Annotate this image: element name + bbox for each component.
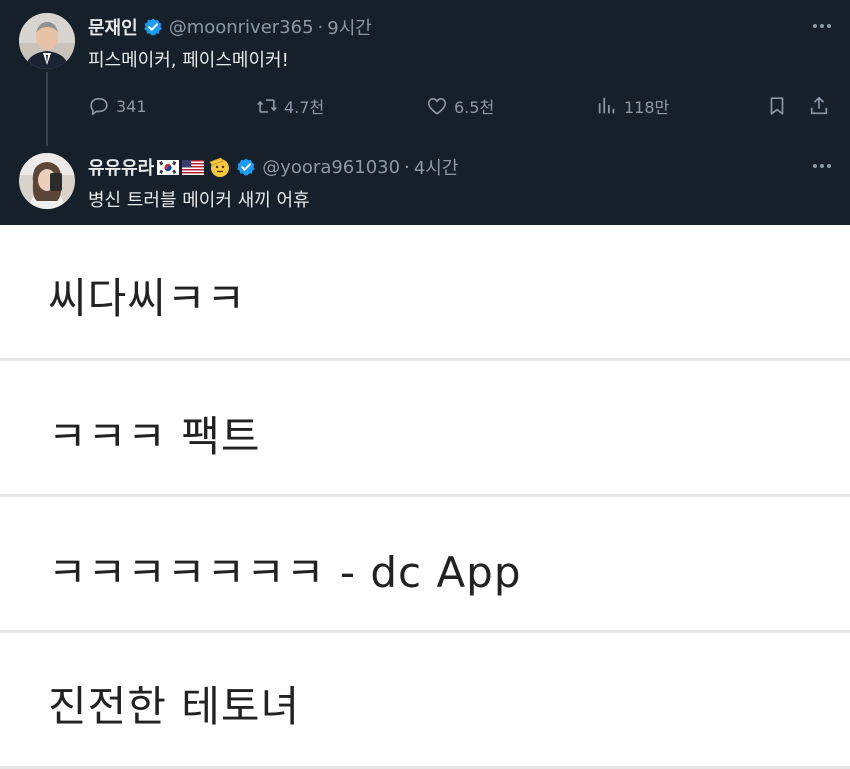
- tweet-actions: 341 4.7천 6.5천 118만: [88, 92, 836, 120]
- comment-text: ㅋㅋㅋ 팩트: [48, 412, 261, 461]
- tweet-thread: 문재인 @moonriver365 · 9시간 피스메이커, 페이스메이커! 3…: [0, 0, 850, 225]
- tweet-text: 피스메이커, 페이스메이커!: [88, 50, 289, 71]
- south-korea-flag-icon: [157, 159, 180, 175]
- reply-button[interactable]: 341: [88, 92, 147, 120]
- verified-badge-icon: [237, 158, 256, 176]
- thread-connector: [46, 72, 48, 146]
- timestamp[interactable]: 4시간: [414, 154, 459, 180]
- retweet-icon: [257, 99, 277, 113]
- timestamp[interactable]: 9시간: [327, 14, 372, 40]
- views-count: 118만: [624, 98, 670, 117]
- comment-list: 씨다씨ㅋㅋ ㅋㅋㅋ 팩트 ㅋㅋㅋㅋㅋㅋㅋ - dc App 진전한 테토녀: [0, 225, 850, 769]
- tweet-header: 문재인 @moonriver365 · 9시간: [88, 14, 372, 40]
- saluting-face-emoji-icon: [209, 157, 230, 177]
- comment-text: 씨다씨ㅋㅋ: [48, 274, 247, 323]
- separator-dot: ·: [404, 156, 410, 178]
- avatar[interactable]: [19, 13, 75, 69]
- tweet-text: 병신 트러블 메이커 새끼 어휴: [88, 190, 310, 211]
- bookmark-button[interactable]: [766, 92, 794, 120]
- more-icon[interactable]: [810, 16, 834, 36]
- list-item: 씨다씨ㅋㅋ: [0, 225, 850, 361]
- views-button[interactable]: 118만: [596, 92, 669, 120]
- reply-icon: [90, 97, 108, 116]
- bookmark-icon: [770, 97, 784, 115]
- tweet-header: 유유유라 @yoora961030 · 4시간: [88, 154, 458, 180]
- like-icon: [427, 98, 447, 115]
- like-count: 6.5천: [454, 98, 495, 117]
- usa-flag-icon: [182, 159, 205, 175]
- like-button[interactable]: 6.5천: [426, 92, 494, 120]
- list-item: ㅋㅋㅋ 팩트: [0, 361, 850, 497]
- share-button[interactable]: [808, 92, 836, 120]
- author-name[interactable]: 유유유라: [88, 154, 154, 180]
- tweet-reply[interactable]: 유유유라 @yoora961030 · 4시간 병신 트러블 메이커 새끼 어휴: [0, 140, 850, 225]
- comment-text: 진전한 테토녀: [48, 682, 301, 731]
- list-item: ㅋㅋㅋㅋㅋㅋㅋ - dc App: [0, 497, 850, 633]
- retweet-button[interactable]: 4.7천: [256, 92, 324, 120]
- reply-count: 341: [116, 96, 147, 116]
- verified-badge-icon: [143, 18, 162, 36]
- avatar[interactable]: [19, 153, 75, 209]
- comment-text: ㅋㅋㅋㅋㅋㅋㅋ - dc App: [48, 548, 522, 597]
- author-name[interactable]: 문재인: [88, 14, 138, 40]
- author-handle[interactable]: @yoora961030: [262, 157, 400, 178]
- more-icon[interactable]: [810, 156, 834, 176]
- share-icon: [810, 96, 828, 115]
- separator-dot: ·: [317, 16, 324, 38]
- author-handle[interactable]: @moonriver365: [169, 17, 314, 38]
- views-icon: [598, 97, 615, 114]
- list-item: 진전한 테토녀: [0, 633, 850, 769]
- retweet-count: 4.7천: [284, 98, 325, 117]
- tweet-main[interactable]: 문재인 @moonriver365 · 9시간 피스메이커, 페이스메이커! 3…: [0, 0, 850, 146]
